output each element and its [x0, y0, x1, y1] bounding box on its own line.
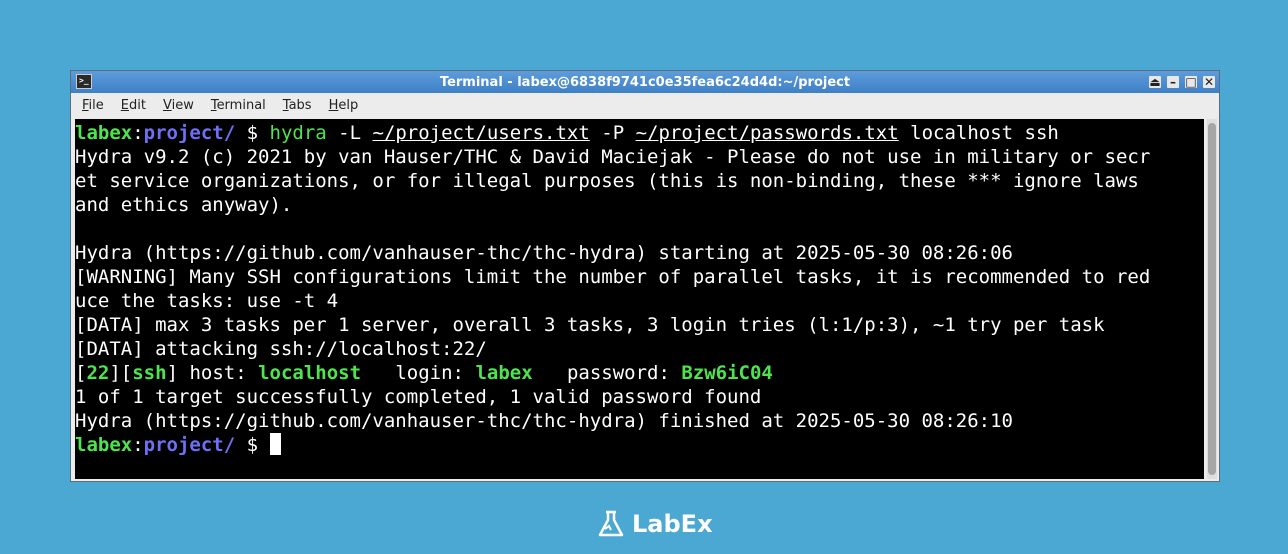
menu-terminal[interactable]: Terminal: [200, 98, 272, 113]
menu-bar: File Edit View Terminal Tabs Help: [71, 93, 1219, 117]
scrollbar-thumb[interactable]: [1208, 123, 1216, 475]
vertical-scrollbar[interactable]: [1207, 119, 1217, 479]
output-line: [DATA] attacking ssh://localhost:22/: [75, 338, 487, 360]
output-line: and ethics anyway).: [75, 194, 293, 216]
menu-file[interactable]: File: [71, 98, 110, 113]
terminal-window: >_ Terminal - labex@6838f9741c0e35fea6c2…: [70, 70, 1220, 482]
window-controls: ⏏ – □ ✕: [1149, 71, 1215, 93]
menu-tabs[interactable]: Tabs: [272, 98, 318, 113]
prompt-user: labex: [75, 122, 133, 144]
output-line: [WARNING] Many SSH configurations limit …: [75, 266, 1151, 288]
brand-name: LabEx: [632, 510, 713, 538]
users-path: ~/project/users.txt: [372, 122, 590, 144]
prompt-line: labex:project/ $: [75, 433, 281, 456]
output-line: Hydra (https://github.com/vanhauser-thc/…: [75, 410, 1013, 432]
maximize-icon[interactable]: □: [1185, 76, 1197, 88]
window-title: Terminal - labex@6838f9741c0e35fea6c24d4…: [439, 74, 851, 90]
terminal-app-icon[interactable]: >_: [76, 74, 92, 89]
prompt-dir: project/: [143, 434, 236, 456]
command-line: labex:project/ $ hydra -L ~/project/user…: [75, 122, 1059, 144]
command-name: hydra: [269, 122, 327, 144]
labex-logo: LabEx: [596, 508, 713, 540]
result-service: ssh: [132, 362, 167, 384]
menu-help[interactable]: Help: [318, 98, 365, 113]
result-login: labex: [475, 362, 533, 384]
title-bar[interactable]: >_ Terminal - labex@6838f9741c0e35fea6c2…: [71, 71, 1219, 93]
shade-icon[interactable]: ⏏: [1149, 76, 1161, 88]
menu-edit[interactable]: Edit: [110, 98, 152, 113]
output-line: et service organizations, or for illegal…: [75, 170, 1139, 192]
terminal-output[interactable]: labex:project/ $ hydra -L ~/project/user…: [75, 119, 1204, 479]
menu-view[interactable]: View: [152, 98, 200, 113]
prompt-user: labex: [75, 434, 133, 456]
output-line: Hydra (https://github.com/vanhauser-thc/…: [75, 242, 1013, 264]
result-line: [22][ssh] host: localhost login: labex p…: [75, 362, 773, 384]
prompt-dir: project/: [143, 122, 236, 144]
result-password: Bzw6iC04: [681, 362, 773, 384]
close-icon[interactable]: ✕: [1203, 76, 1215, 88]
result-port: 22: [86, 362, 110, 384]
result-host: localhost: [258, 362, 362, 384]
output-line: [DATA] max 3 tasks per 1 server, overall…: [75, 314, 1105, 336]
text-cursor: [269, 433, 281, 455]
output-line: 1 of 1 target successfully completed, 1 …: [75, 386, 762, 408]
output-line: Hydra v9.2 (c) 2021 by van Hauser/THC & …: [75, 146, 1151, 168]
flask-icon: [598, 510, 624, 537]
output-line: uce the tasks: use -t 4: [75, 290, 339, 312]
minimize-icon[interactable]: –: [1167, 76, 1179, 88]
passwords-path: ~/project/passwords.txt: [635, 122, 899, 144]
